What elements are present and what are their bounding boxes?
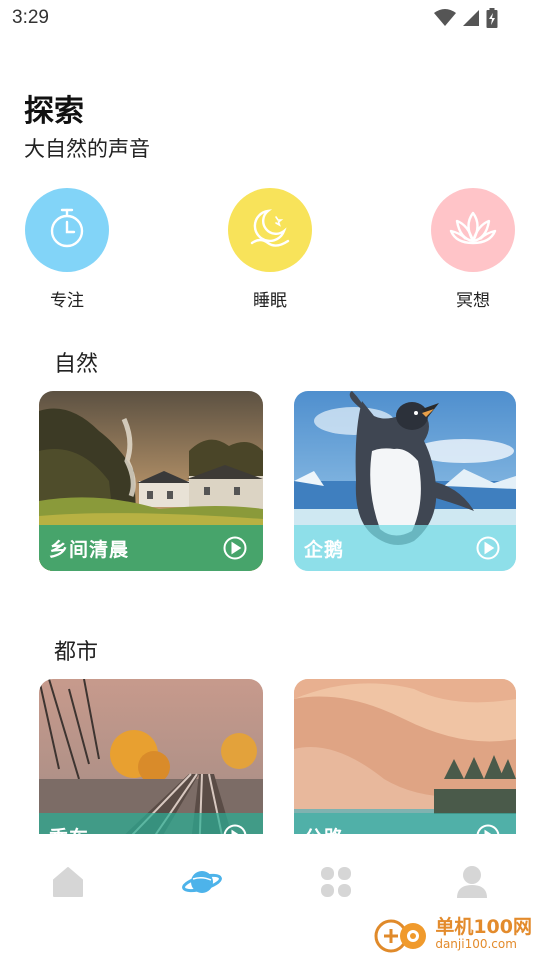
card-title: 公路 [304,823,344,835]
watermark-url: danji100.com [435,937,517,951]
card-overlay: 乘车 [39,813,263,834]
watermark-brand: 单机100网 [435,916,532,938]
nav-profile[interactable] [452,864,492,904]
category-focus[interactable]: 专注 [24,188,110,311]
timer-icon [47,207,87,253]
play-icon[interactable] [223,824,247,834]
nav-explore[interactable] [182,864,222,904]
card-title: 乡间清晨 [49,538,130,561]
category-focus-label: 专注 [50,291,84,311]
card-overlay: 公路 [294,813,516,834]
category-meditate-label: 冥想 [456,291,490,311]
category-focus-circle[interactable] [25,188,109,272]
wifi-icon [434,9,456,31]
watermark: 单机100网 danji100.com [373,914,532,954]
play-icon[interactable] [476,536,500,560]
category-sleep-circle[interactable] [228,188,312,272]
card-title: 乘车 [49,823,89,835]
status-time: 3:29 [12,7,49,28]
page-title: 探索 [24,94,84,129]
planet-icon [181,866,223,902]
signal-icon [462,9,480,31]
category-meditate-circle[interactable] [431,188,515,272]
nav-home[interactable] [48,864,88,904]
apps-icon [320,866,352,902]
lotus-icon [448,209,498,251]
sound-card-road[interactable]: 公路 [294,679,516,834]
battery-icon [486,8,498,32]
status-icons [434,8,498,32]
card-overlay: 企鹅 [294,525,516,571]
sound-card-penguin[interactable]: 企鹅 [294,391,516,571]
sound-card-countryside[interactable]: 乡间清晨 [39,391,263,571]
nav-apps[interactable] [316,864,356,904]
mountain-road-image [294,679,516,834]
category-sleep-label: 睡眠 [253,291,287,311]
card-title: 企鹅 [304,538,345,561]
moon-icon [246,207,294,253]
category-meditate[interactable]: 冥想 [430,188,516,311]
profile-icon [456,865,488,903]
page-subtitle: 大自然的声音 [24,137,150,161]
scroll-clip: 乘车 公路 [0,676,540,834]
watermark-logo-icon [373,914,429,954]
card-overlay: 乡间清晨 [39,525,263,571]
section-title-city: 都市 [54,640,99,665]
train-track-image [39,679,263,834]
home-icon [52,866,84,902]
bottom-nav: 单机100网 danji100.com [0,834,540,960]
play-icon[interactable] [476,824,500,834]
status-bar: 3:29 [0,0,540,36]
sound-card-train[interactable]: 乘车 [39,679,263,834]
category-sleep[interactable]: 睡眠 [227,188,313,311]
play-icon[interactable] [223,536,247,560]
section-title-nature: 自然 [54,352,99,377]
